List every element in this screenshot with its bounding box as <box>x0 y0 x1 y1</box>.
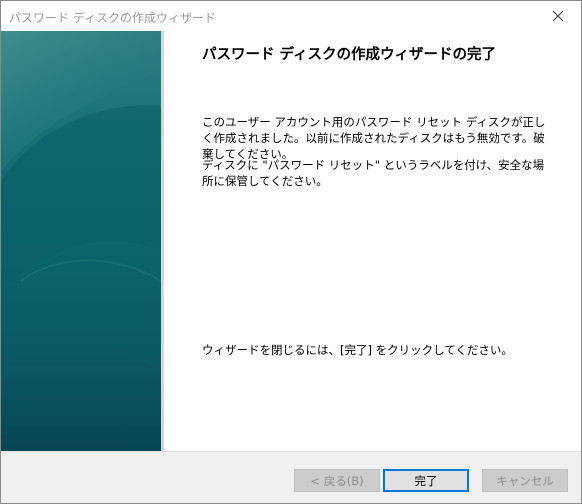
success-message: このユーザー アカウント用のパスワード リセット ディスクが正しく作成されました… <box>202 115 546 161</box>
finish-button[interactable]: 完了 <box>383 469 469 492</box>
title-bar: パスワード ディスクの作成ウィザード <box>1 1 581 31</box>
cancel-button[interactable]: キャンセル <box>482 469 568 492</box>
window-title: パスワード ディスクの作成ウィザード <box>9 11 216 25</box>
wizard-window: パスワード ディスクの作成ウィザード パスワード ディスクの作成ウィザードの完了… <box>0 0 582 504</box>
finish-instruction: ウィザードを閉じるには、[完了] をクリックしてください。 <box>202 343 513 357</box>
page-heading: パスワード ディスクの作成ウィザードの完了 <box>202 47 497 63</box>
label-instruction: ディスクに "パスワード リセット" というラベルを付け、安全な場所に保管してく… <box>202 158 545 188</box>
close-button[interactable] <box>535 1 581 31</box>
back-button[interactable]: < 戻る(B) <box>294 469 380 492</box>
button-bar: < 戻る(B) 完了 キャンセル <box>1 451 581 503</box>
banner-swirl-graphic <box>1 31 161 451</box>
wizard-banner-image <box>1 31 161 451</box>
close-icon <box>553 11 563 21</box>
wizard-content: パスワード ディスクの作成ウィザードの完了 このユーザー アカウント用のパスワー… <box>164 31 581 451</box>
